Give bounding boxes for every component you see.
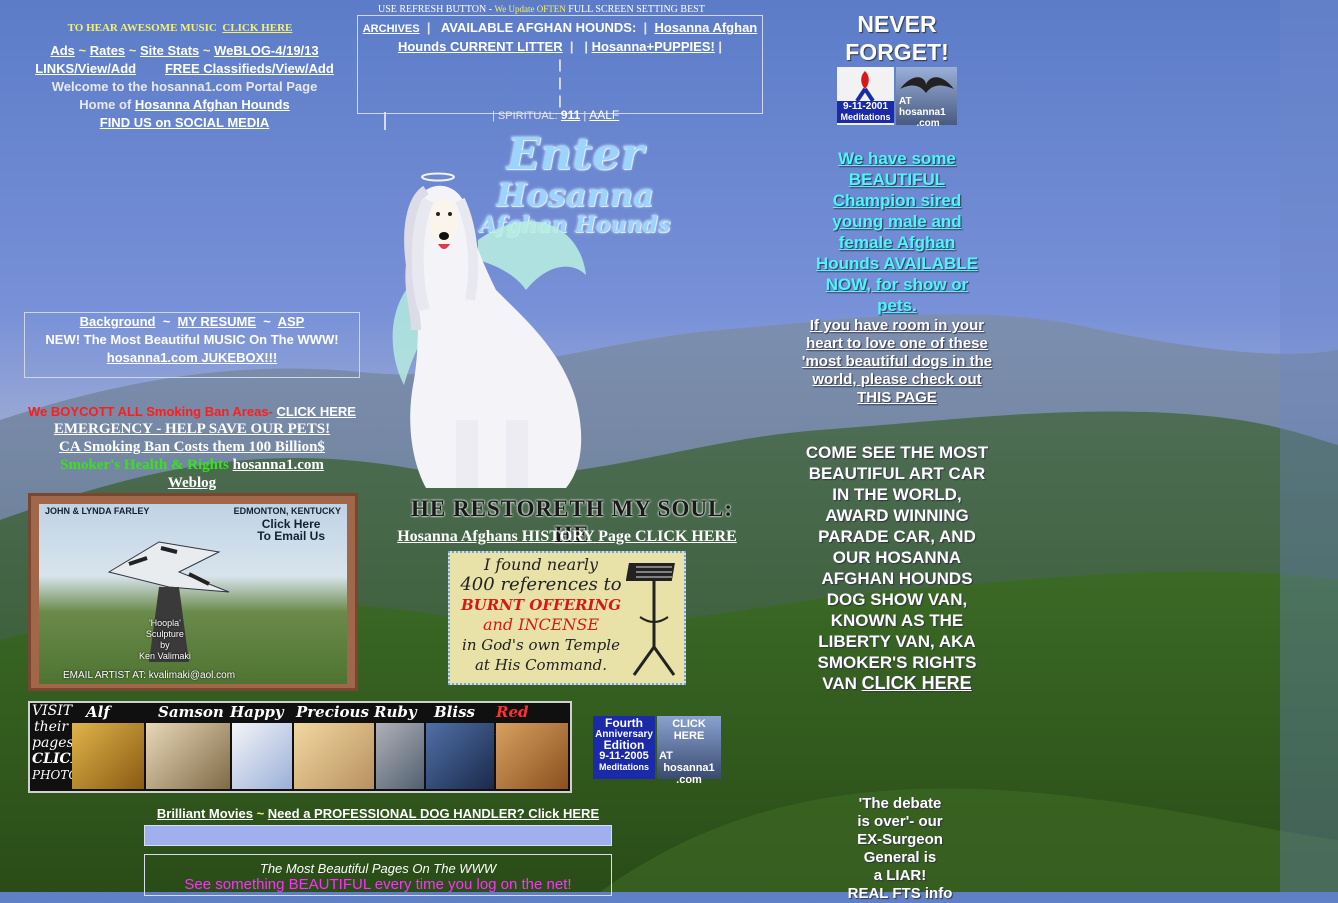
smokers-health-label: Smoker's Health & Rights (60, 457, 229, 473)
background-link[interactable]: Background (80, 314, 156, 329)
ads-link[interactable]: Ads (50, 43, 75, 58)
dog-photo-row (72, 723, 568, 789)
asp-link[interactable]: ASP (278, 314, 305, 329)
anniversary-click-badge[interactable]: CLICK HERE AT hosanna1 .com (657, 716, 721, 786)
most-beautiful-box: The Most Beautiful Pages On The WWW See … (144, 854, 612, 896)
incense-altar-icon (626, 563, 676, 676)
weblog-bottom-link[interactable]: Weblog (168, 475, 216, 491)
available-hounds-box: ARCHIVES | AVAILABLE AFGHAN HOUNDS: | Ho… (357, 15, 763, 114)
dog-photo-happy[interactable] (232, 723, 292, 789)
911-meditations-badge[interactable]: 9-11-2001 Meditations AT hosanna1 .com (837, 67, 957, 129)
farley-email-card[interactable]: JOHN & LYNDA FARLEY EDMONTON, KENTUCKY C… (28, 493, 358, 691)
email-artist-text: EMAIL ARTIST AT: kvalimaki@aol.com (63, 670, 236, 681)
dog-name-row: Alf Samson Happy Precious Ruby Bliss Red… (72, 703, 570, 739)
dog-name-samson[interactable]: Samson (158, 703, 224, 721)
this-page-link[interactable]: THIS PAGE (857, 389, 937, 406)
jukebox-link[interactable]: hosanna1.com JUKEBOX!!! (107, 350, 277, 365)
dog-name-precious[interactable]: Precious (296, 703, 369, 721)
links-link[interactable]: LINKS/View/Add (35, 61, 136, 76)
dog-handler-link[interactable]: Need a PROFESSIONAL DOG HANDLER? Click H… (268, 806, 599, 821)
music-click-here-link[interactable]: CLICK HERE (222, 22, 292, 34)
emergency-link[interactable]: EMERGENCY - HELP SAVE OUR PETS! (54, 421, 330, 437)
champion-available-text: We have some BEAUTIFUL Champion sired yo… (806, 148, 988, 316)
anniversary-badge[interactable]: Fourth Anniversary Edition 9-11-2005 Med… (593, 716, 655, 779)
link-911[interactable]: 911 (561, 108, 580, 122)
dog-photo-alf[interactable] (72, 723, 144, 789)
ribbon-icon (855, 71, 875, 103)
hosanna-home-link[interactable]: Hosanna Afghan Hounds (135, 97, 290, 112)
rates-link[interactable]: Rates (90, 43, 125, 58)
divider (384, 112, 386, 130)
dog-photo-samson[interactable] (146, 723, 230, 789)
refresh-notice: USE REFRESH BUTTON - We Update OFTEN FUL… (378, 4, 705, 15)
dog-pages-strip: VISIT their pages CLICK PHOTOS Alf Samso… (28, 701, 572, 793)
blank-bar (144, 825, 612, 846)
bottom-links: Brilliant Movies ~ Need a PROFESSIONAL D… (156, 806, 600, 821)
champion-available-link[interactable]: We have some BEAUTIFUL Champion sired yo… (816, 149, 978, 315)
boycott-click-here-link[interactable]: CLICK HERE (277, 404, 356, 419)
resume-link[interactable]: MY RESUME (178, 314, 257, 329)
brilliant-movies-link[interactable]: Brilliant Movies (157, 806, 253, 821)
angel-afghan-hound-image[interactable] (386, 170, 596, 492)
art-car-click-here-link[interactable]: CLICK HERE (862, 673, 972, 693)
ca-ban-link[interactable]: CA Smoking Ban Costs them 100 Billion$ (59, 439, 325, 455)
weblog-link[interactable]: WeBLOG-4/19/13 (214, 43, 319, 58)
art-car-text: COME SEE THE MOST BEAUTIFUL ART CAR IN T… (805, 443, 989, 693)
eagle-icon (900, 77, 954, 93)
history-page-link[interactable]: Hosanna Afghans HISTORY Page CLICK HERE (397, 528, 737, 545)
classifieds-link[interactable]: FREE Classifieds/View/Add (165, 61, 334, 76)
aalf-link[interactable]: AALF (589, 108, 619, 122)
debate-text: 'The debate is over'- our EX-Surgeon Gen… (847, 795, 953, 902)
spiritual-links: | SPIRITUAL: 911 | AALF (492, 108, 620, 122)
site-stats-link[interactable]: Site Stats (140, 43, 199, 58)
archives-link[interactable]: ARCHIVES (363, 23, 420, 35)
boycott-line: We BOYCOTT ALL Smoking Ban Areas- CLICK … (28, 404, 356, 419)
dog-name-bliss[interactable]: Bliss (434, 703, 475, 721)
dog-photo-ruby[interactable] (376, 723, 424, 789)
see-something-text: See something BEAUTIFUL every time you l… (184, 876, 572, 893)
boycott-links: EMERGENCY - HELP SAVE OUR PETS! CA Smoki… (22, 420, 362, 492)
dog-name-happy[interactable]: Happy (230, 703, 284, 721)
social-media-link[interactable]: FIND US on SOCIAL MEDIA (100, 115, 269, 130)
dog-name-ruby[interactable]: Ruby (374, 703, 417, 721)
music-announcement: NEW! The Most Beautiful MUSIC On The WWW… (45, 332, 339, 347)
welcome-text: Welcome to the hosanna1.com Portal Page (51, 79, 318, 94)
burnt-offering-banner[interactable]: I found nearly 400 references to BURNT O… (448, 551, 686, 685)
update-often-text: We Update OFTEN (494, 4, 566, 14)
room-in-heart-link[interactable]: If you have room in your heart to love o… (802, 317, 992, 388)
hosanna1-link[interactable]: hosanna1.com (233, 457, 324, 473)
history-link-wrap: Hosanna Afghans HISTORY Page CLICK HERE (380, 528, 754, 546)
dog-photo-red-man[interactable] (496, 723, 568, 789)
room-in-heart-text: If you have room in your heart to love o… (800, 317, 994, 407)
resume-music-box: Background ~ MY RESUME ~ ASP NEW! The Mo… (24, 312, 360, 378)
never-forget: NEVER FORGET! (845, 11, 949, 65)
dog-name-alf[interactable]: Alf (86, 703, 110, 721)
dog-photo-precious[interactable] (294, 723, 374, 789)
left-nav: Ads ~ Rates ~ Site Stats ~ WeBLOG-4/19/1… (22, 42, 347, 132)
dog-photo-bliss[interactable] (426, 723, 494, 789)
available-hounds-label: AVAILABLE AFGHAN HOUNDS: (440, 20, 637, 35)
hosanna-puppies-link[interactable]: Hosanna+PUPPIES! (592, 39, 715, 54)
music-prompt: TO HEAR AWESOME MUSIC CLICK HERE (67, 22, 293, 34)
